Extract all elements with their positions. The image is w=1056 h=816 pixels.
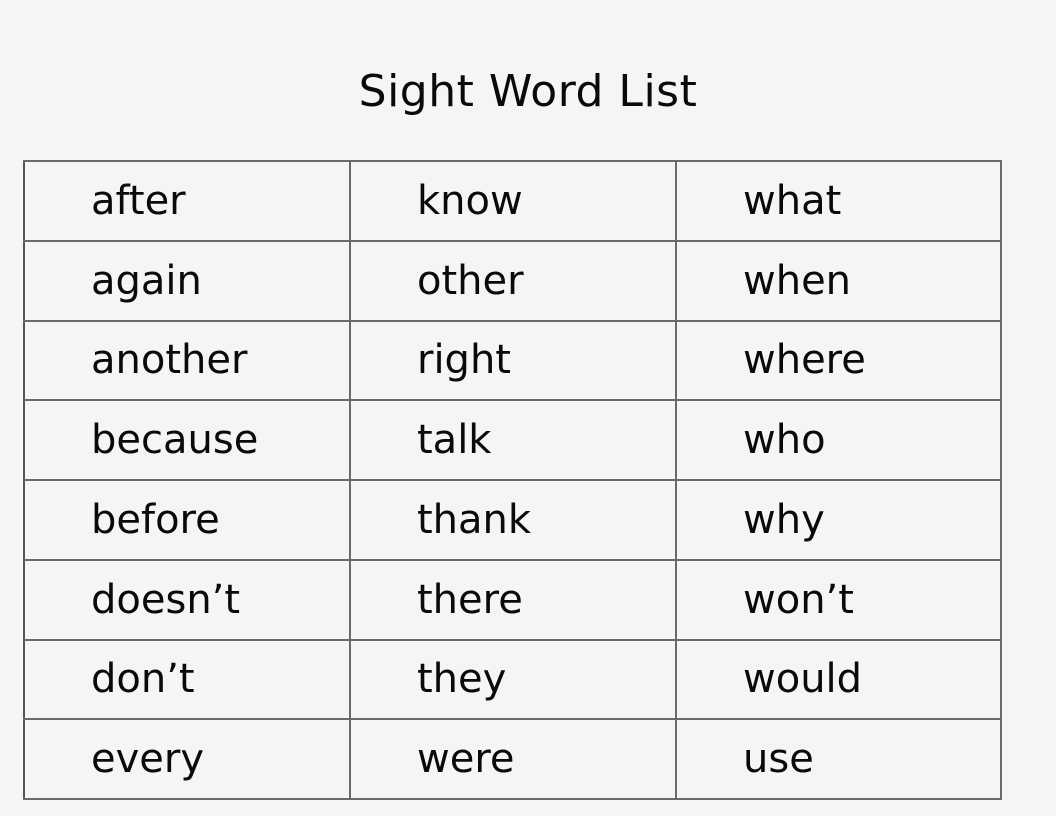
table-row: before thank why	[23, 479, 1002, 561]
word-cell: were	[349, 718, 677, 800]
word-cell: talk	[349, 399, 677, 481]
word-cell: another	[23, 319, 351, 402]
word-cell: who	[675, 399, 1002, 481]
sight-word-table: after know what again other when another…	[23, 160, 1002, 800]
page-title: Sight Word List	[358, 66, 698, 117]
word-cell: where	[675, 319, 1002, 402]
table-row: again other when	[23, 239, 1002, 322]
word-cell: after	[23, 160, 351, 242]
word-cell: they	[349, 638, 677, 721]
table-row: after know what	[23, 160, 1002, 242]
word-cell: don’t	[23, 638, 351, 721]
table-row: another right where	[23, 319, 1002, 402]
word-cell: every	[23, 718, 351, 800]
word-cell: before	[23, 479, 351, 561]
word-cell: what	[675, 160, 1002, 242]
word-cell: other	[349, 239, 677, 322]
table-row: because talk who	[23, 399, 1002, 481]
table-row: don’t they would	[23, 638, 1002, 721]
word-cell: there	[349, 558, 677, 641]
table-row: every were use	[23, 718, 1002, 800]
word-cell: doesn’t	[23, 558, 351, 641]
word-cell: know	[349, 160, 677, 242]
word-cell: when	[675, 239, 1002, 322]
word-cell: again	[23, 239, 351, 322]
word-cell: would	[675, 638, 1002, 721]
word-cell: because	[23, 399, 351, 481]
word-cell: why	[675, 479, 1002, 561]
word-cell: thank	[349, 479, 677, 561]
word-cell: use	[675, 718, 1002, 800]
word-cell: right	[349, 319, 677, 402]
table-row: doesn’t there won’t	[23, 558, 1002, 641]
word-cell: won’t	[675, 558, 1002, 641]
